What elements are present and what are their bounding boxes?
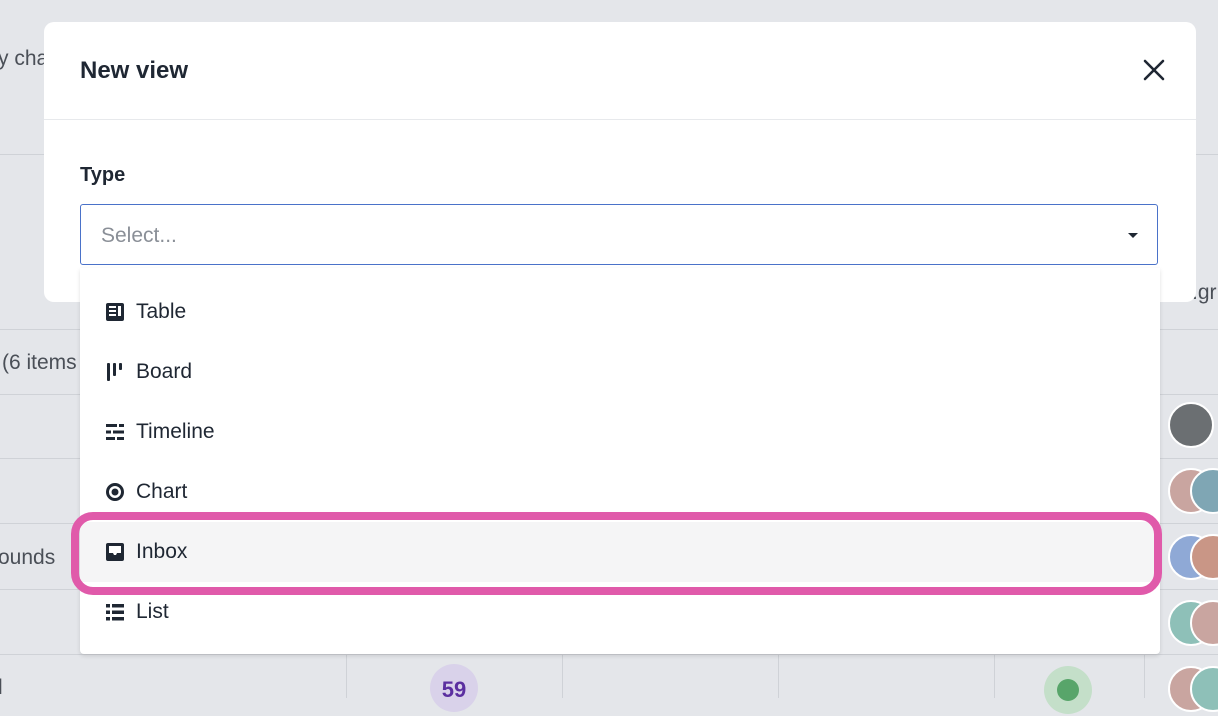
option-label: Timeline bbox=[136, 420, 215, 443]
type-field-label: Type bbox=[80, 164, 126, 186]
column-divider bbox=[346, 654, 347, 698]
column-divider bbox=[994, 654, 995, 698]
option-table[interactable]: Table bbox=[80, 282, 1160, 342]
avatar[interactable] bbox=[1168, 402, 1214, 448]
option-timeline[interactable]: Timeline bbox=[80, 402, 1160, 462]
option-label: List bbox=[136, 600, 169, 623]
modal-title: New view bbox=[80, 57, 189, 84]
globe-icon bbox=[1044, 666, 1092, 714]
option-board[interactable]: Board bbox=[80, 342, 1160, 402]
list-icon bbox=[106, 604, 124, 621]
board-icon bbox=[107, 363, 122, 381]
chevron-down-icon bbox=[1128, 233, 1138, 238]
column-divider bbox=[778, 654, 779, 698]
option-label: Table bbox=[136, 300, 187, 323]
new-view-modal: New view Type Select... bbox=[44, 22, 1196, 302]
option-label: Chart bbox=[136, 480, 188, 503]
divider bbox=[0, 654, 1218, 655]
inbox-icon bbox=[106, 543, 124, 561]
background-text: l bbox=[0, 676, 3, 699]
option-list[interactable]: List bbox=[80, 582, 1160, 642]
option-label: Board bbox=[136, 360, 193, 383]
option-label: Inbox bbox=[136, 540, 188, 563]
chart-icon bbox=[106, 483, 124, 501]
type-dropdown-menu: Table Board Timeline Chart Inbox List bbox=[80, 268, 1160, 654]
select-placeholder: Select... bbox=[101, 224, 177, 247]
type-select[interactable]: Select... bbox=[80, 204, 1158, 265]
option-chart[interactable]: Chart bbox=[80, 462, 1160, 522]
option-inbox[interactable]: Inbox bbox=[80, 522, 1160, 582]
timeline-icon bbox=[106, 424, 124, 440]
background-text: y cha bbox=[0, 47, 49, 70]
background-text: ounds bbox=[0, 546, 56, 569]
modal-header: New view bbox=[44, 22, 1196, 120]
close-icon bbox=[1143, 59, 1165, 81]
column-divider bbox=[562, 654, 563, 698]
table-icon bbox=[106, 303, 124, 321]
group-count-text: (6 items bbox=[2, 351, 77, 374]
close-button[interactable] bbox=[1140, 56, 1168, 84]
count-badge: 59 bbox=[430, 664, 478, 712]
